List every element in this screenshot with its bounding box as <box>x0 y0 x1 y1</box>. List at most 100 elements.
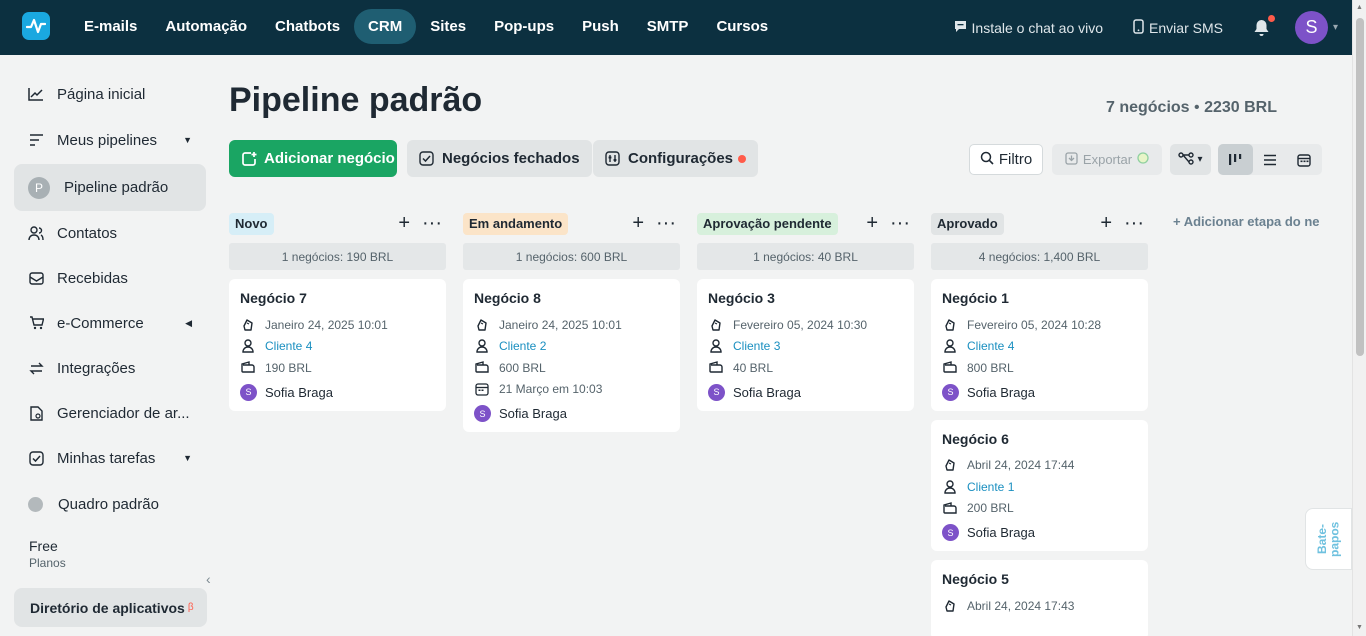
sidebar-item-home[interactable]: Página inicial <box>14 72 206 116</box>
view-switcher <box>1218 144 1322 175</box>
sidebar-item-label: Pipeline padrão <box>64 179 169 196</box>
nav-push[interactable]: Push <box>568 9 633 44</box>
app-logo-icon[interactable] <box>22 12 50 40</box>
list-view-button[interactable] <box>1253 144 1288 175</box>
more-options-icon[interactable]: ··· <box>422 212 442 235</box>
automation-flow-button[interactable]: ▾ <box>1170 144 1211 175</box>
stage-summary: 1 negócios: 40 BRL <box>697 243 914 270</box>
deal-client-link[interactable]: Cliente 4 <box>967 339 1014 353</box>
sidebar-item-tasks[interactable]: Minhas tarefas ▼ <box>14 436 206 480</box>
scrollbar-thumb[interactable] <box>1356 18 1364 356</box>
summary-separator: • <box>1194 99 1200 116</box>
nav-crm[interactable]: CRM <box>354 9 417 44</box>
stage-column: Aprovado + ··· 4 negócios: 1,400 BRL Neg… <box>931 210 1148 636</box>
stage-summary: 1 negócios: 190 BRL <box>229 243 446 270</box>
deal-client-link[interactable]: Cliente 4 <box>265 339 312 353</box>
more-options-icon[interactable]: ··· <box>656 212 676 235</box>
add-deal-plus-icon[interactable]: + <box>632 212 644 235</box>
caret-left-icon[interactable]: ◀ <box>185 318 192 329</box>
calendar-icon <box>1297 153 1312 167</box>
more-options-icon[interactable]: ··· <box>1124 212 1144 235</box>
sidebar-item-file-manager[interactable]: Gerenciador de ar... <box>14 391 206 435</box>
sidebar-item-inbox[interactable]: Recebidas <box>14 256 206 300</box>
owner-avatar: S <box>708 383 725 401</box>
collapse-sidebar-icon[interactable]: ‹ <box>206 571 211 587</box>
stage-name[interactable]: Novo <box>229 212 274 235</box>
deal-value: 40 BRL <box>733 360 774 375</box>
scroll-up-icon[interactable]: ▲ <box>1356 4 1363 11</box>
owner-avatar: S <box>474 405 491 422</box>
deal-date: Abril 24, 2024 17:44 <box>967 458 1075 473</box>
caret-down-icon[interactable]: ▼ <box>183 135 192 145</box>
closed-deals-button[interactable]: Negócios fechados <box>407 140 592 177</box>
person-icon <box>474 338 490 354</box>
send-sms-label: Enviar SMS <box>1149 19 1223 36</box>
chats-side-tab-label: Bate-papos <box>1314 521 1342 557</box>
cart-icon <box>28 315 44 331</box>
add-deal-plus-icon[interactable]: + <box>398 212 410 235</box>
add-stage-button[interactable]: + Adicionar etapa do ne <box>1173 214 1323 229</box>
deal-card[interactable]: Negócio 3 Fevereiro 05, 2024 10:30 Clien… <box>697 279 914 411</box>
calendar-view-button[interactable] <box>1287 144 1322 175</box>
sidebar-item-label: Gerenciador de ar... <box>57 404 190 422</box>
page-scrollbar[interactable]: ▲ ▼ <box>1352 0 1366 636</box>
sidebar-item-label: Minhas tarefas <box>57 449 156 467</box>
handshake-icon <box>942 457 958 473</box>
nav-automacao[interactable]: Automação <box>151 9 261 44</box>
phone-icon <box>1133 18 1144 37</box>
kanban-view-button[interactable] <box>1218 144 1253 175</box>
sidebar-item-contacts[interactable]: Contatos <box>14 211 206 255</box>
sidebar-item-pipelines[interactable]: Meus pipelines ▼ <box>14 118 206 162</box>
nav-popups[interactable]: Pop-ups <box>480 9 568 44</box>
sidebar-item-label: Integrações <box>57 359 136 377</box>
deal-card[interactable]: Negócio 6 Abril 24, 2024 17:44 Cliente 1… <box>931 419 1148 551</box>
deal-title: Negócio 3 <box>708 290 775 306</box>
nav-emails[interactable]: E-mails <box>70 9 151 44</box>
stage-name[interactable]: Aprovado <box>931 212 1004 235</box>
wallet-icon <box>474 360 490 376</box>
plan-info[interactable]: Free Planos <box>29 538 66 570</box>
sidebar-item-ecommerce[interactable]: e-Commerce ◀ <box>14 301 206 345</box>
stage-name[interactable]: Aprovação pendente <box>697 212 838 235</box>
plan-name: Free <box>29 538 58 554</box>
chats-side-tab[interactable]: Bate-papos <box>1305 508 1352 570</box>
export-button[interactable]: Exportar <box>1052 144 1162 175</box>
caret-down-icon[interactable]: ▼ <box>183 453 192 463</box>
stage-name[interactable]: Em andamento <box>463 212 569 235</box>
add-deal-plus-icon[interactable]: + <box>866 212 878 235</box>
nav-sites[interactable]: Sites <box>416 9 480 44</box>
nav-smtp[interactable]: SMTP <box>633 9 703 44</box>
nav-cursos[interactable]: Cursos <box>702 9 782 44</box>
sidebar-item-integrations[interactable]: Integrações <box>14 346 206 390</box>
deal-card[interactable]: Negócio 8 Janeiro 24, 2025 10:01 Cliente… <box>463 279 680 432</box>
filter-button[interactable]: Filtro <box>969 144 1043 175</box>
app-directory-button[interactable]: Diretório de aplicativos β <box>14 588 207 627</box>
chevron-down-icon[interactable]: ▾ <box>1333 22 1338 33</box>
more-options-icon[interactable]: ··· <box>890 212 910 235</box>
deal-card[interactable]: Negócio 7 Janeiro 24, 2025 10:01 Cliente… <box>229 279 446 411</box>
add-deal-icon <box>241 151 257 167</box>
deal-client-link[interactable]: Cliente 1 <box>967 480 1014 494</box>
sidebar-item-label: Meus pipelines <box>57 131 158 149</box>
deal-title: Negócio 5 <box>942 571 1009 587</box>
scroll-down-icon[interactable]: ▼ <box>1356 624 1363 631</box>
live-chat-link[interactable]: Instale o chat ao vivo <box>954 20 1103 36</box>
sidebar-item-default-pipeline[interactable]: P Pipeline padrão <box>14 164 206 211</box>
sidebar-item-default-board[interactable]: Quadro padrão <box>14 482 206 526</box>
deal-card[interactable]: Negócio 1 Fevereiro 05, 2024 10:28 Clien… <box>931 279 1148 411</box>
plan-sub-label: Planos <box>29 556 66 570</box>
deal-client-link[interactable]: Cliente 2 <box>499 339 546 353</box>
deal-client-link[interactable]: Cliente 3 <box>733 339 780 353</box>
deal-value: 800 BRL <box>967 360 1014 375</box>
user-avatar[interactable]: S <box>1294 11 1328 44</box>
send-sms-link[interactable]: Enviar SMS <box>1133 18 1223 37</box>
add-deal-button[interactable]: Adicionar negócio <box>229 140 397 177</box>
deal-title: Negócio 6 <box>942 430 1009 447</box>
nav-chatbots[interactable]: Chatbots <box>261 9 354 44</box>
tasks-icon <box>28 450 44 466</box>
notifications-bell-icon[interactable] <box>1253 14 1275 38</box>
file-manager-icon <box>28 405 44 421</box>
settings-button[interactable]: Configurações <box>593 140 759 177</box>
deal-card[interactable]: Negócio 5 Abril 24, 2024 17:43 <box>931 560 1148 636</box>
add-deal-plus-icon[interactable]: + <box>1100 212 1112 235</box>
